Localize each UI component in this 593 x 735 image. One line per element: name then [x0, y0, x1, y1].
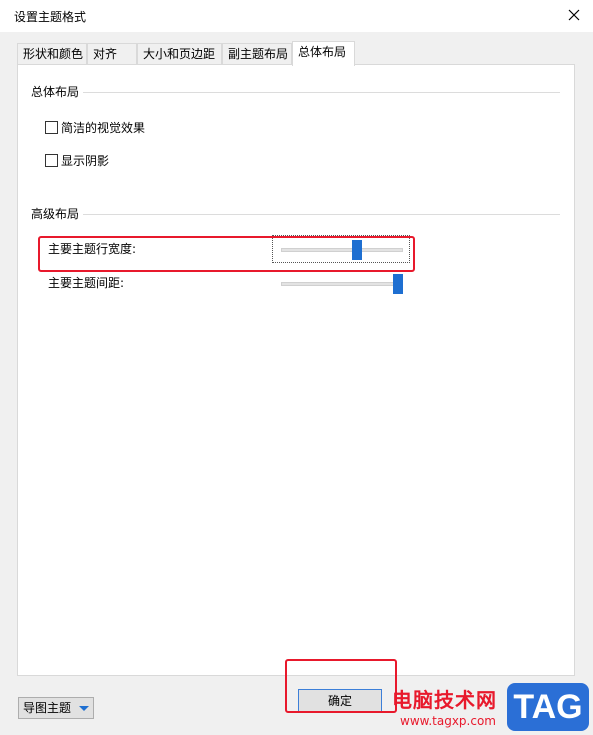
group-divider: [78, 92, 560, 93]
close-button[interactable]: [561, 3, 587, 27]
watermark-badge: TAG: [507, 683, 589, 731]
spacing-label: 主要主题间距:: [48, 276, 125, 290]
close-icon: [568, 9, 580, 21]
theme-dropdown[interactable]: 导图主题: [18, 697, 94, 719]
tab-subtopic-layout[interactable]: 副主题布局: [222, 43, 292, 65]
group-title-advanced: 高级布局: [31, 205, 84, 222]
chevron-down-icon: [79, 706, 89, 711]
option-show-shadow[interactable]: 显示阴影: [45, 152, 109, 169]
checkbox-show-shadow[interactable]: [45, 154, 58, 167]
slider-track: [281, 282, 403, 286]
tab-shape-color[interactable]: 形状和颜色: [17, 43, 87, 65]
tab-align[interactable]: 对齐: [87, 43, 137, 65]
group-title-overall: 总体布局: [31, 83, 84, 100]
group-divider: [78, 214, 560, 215]
tab-panel: 总体布局 简洁的视觉效果 显示阴影 高级布局 主要主题行宽度: 主要主题间距:: [17, 64, 575, 676]
watermark-url: www.tagxp.com: [400, 714, 496, 728]
highlight-annotation: [285, 659, 397, 713]
slider-thumb[interactable]: [393, 274, 403, 294]
spacing-slider[interactable]: [281, 274, 403, 294]
window-title: 设置主题格式: [14, 10, 87, 24]
watermark-text: 电脑技术网: [392, 688, 497, 712]
format-theme-dialog: 设置主题格式 形状和颜色 对齐 大小和页边距 副主题布局 总体布局 总体布局 简…: [0, 0, 593, 735]
title-bar: 设置主题格式: [0, 0, 593, 32]
highlight-annotation: [38, 236, 415, 272]
option-clean-visual[interactable]: 简洁的视觉效果: [45, 119, 145, 136]
tab-size-margins[interactable]: 大小和页边距: [137, 43, 222, 65]
checkbox-clean-visual[interactable]: [45, 121, 58, 134]
tab-overall-layout[interactable]: 总体布局: [292, 41, 355, 66]
